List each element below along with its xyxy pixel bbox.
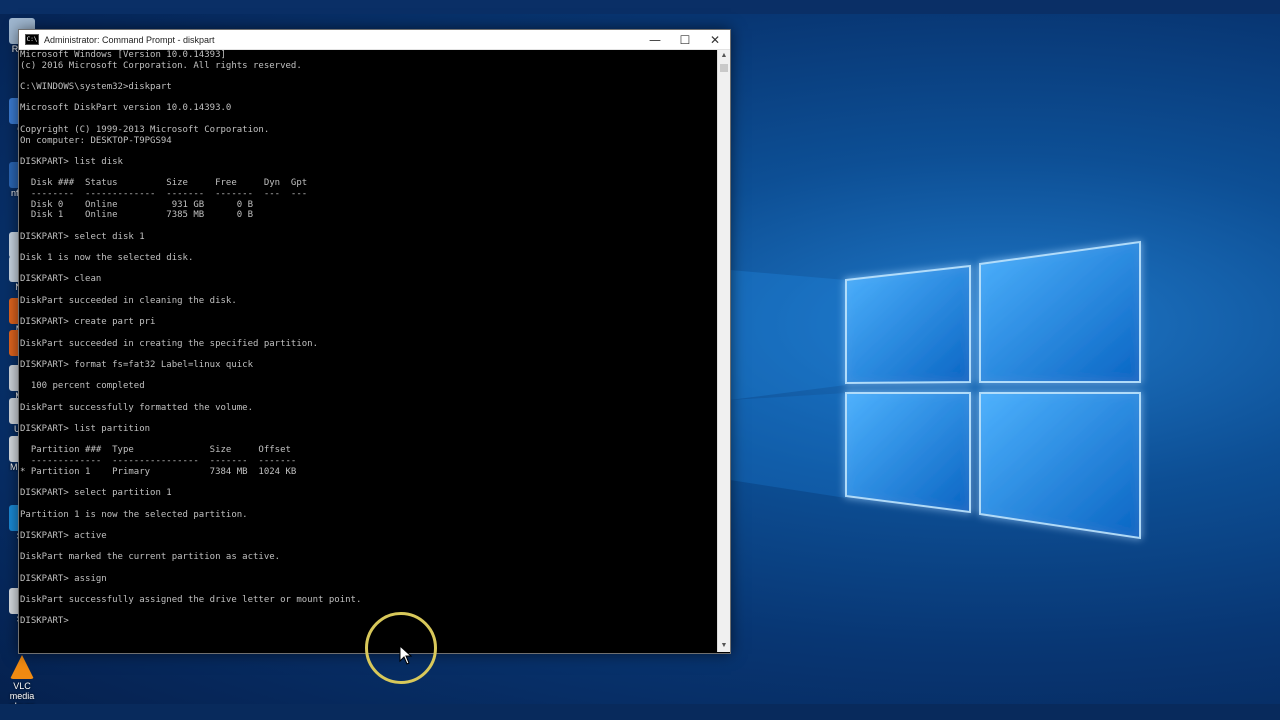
console-line: On computer: DESKTOP-T9PGS94 <box>20 135 172 146</box>
console-line: DISKPART> <box>20 616 75 627</box>
logo-pane-top-left <box>845 264 971 385</box>
console-line: (c) 2016 Microsoft Corporation. All righ… <box>20 60 302 71</box>
console-output[interactable]: Microsoft Windows [Version 10.0.14393] (c… <box>19 50 718 652</box>
console-line: Microsoft Windows [Version 10.0.14393] <box>20 50 226 60</box>
logo-pane-bottom-right <box>979 392 1141 540</box>
console-line: DiskPart succeeded in creating the speci… <box>20 338 319 349</box>
vlc-cone-icon <box>10 655 34 679</box>
console-line: DISKPART> format fs=fat32 Label=linux qu… <box>20 359 253 370</box>
cmd-app-icon: C:\ <box>25 34 39 45</box>
logo-beam-upper <box>730 270 846 400</box>
title-bar[interactable]: C:\ Administrator: Command Prompt - disk… <box>19 30 730 50</box>
maximize-button[interactable]: ☐ <box>670 30 700 49</box>
minimize-button[interactable]: — <box>640 30 670 49</box>
console-line: DISKPART> create part pri <box>20 317 156 328</box>
console-line: C:\WINDOWS\system32>diskpart <box>20 82 172 93</box>
console-line: DiskPart successfully formatted the volu… <box>20 402 253 413</box>
console-line: Disk 1 Online 7385 MB 0 B <box>20 210 253 221</box>
desktop-top-strip <box>0 0 1280 14</box>
vertical-scrollbar[interactable]: ▲ ▼ <box>717 50 730 652</box>
console-line: Partition 1 is now the selected partitio… <box>20 509 248 520</box>
console-line: DISKPART> select partition 1 <box>20 488 172 499</box>
logo-beam-lower <box>730 393 846 498</box>
scroll-thumb[interactable] <box>720 64 728 72</box>
desktop-icon[interactable]: VLC media player <box>0 655 44 711</box>
scroll-up-arrow-icon[interactable]: ▲ <box>718 50 730 62</box>
console-line: DISKPART> active <box>20 530 107 541</box>
console-line: Disk 0 Online 931 GB 0 B <box>20 199 253 210</box>
mouse-pointer-icon <box>399 645 413 665</box>
console-line: DISKPART> list partition <box>20 424 151 435</box>
console-line: 100 percent completed <box>20 381 145 392</box>
logo-pane-top-right <box>979 240 1141 383</box>
command-prompt-window[interactable]: C:\ Administrator: Command Prompt - disk… <box>18 29 731 654</box>
window-title: Administrator: Command Prompt - diskpart <box>44 34 215 45</box>
console-line: Partition ### Type Size Offset <box>20 445 291 456</box>
console-line: -------- ------------- ------- ------- -… <box>20 188 308 199</box>
console-line: ------------- ---------------- ------- -… <box>20 456 297 467</box>
close-button[interactable]: ✕ <box>700 30 730 49</box>
windows-logo <box>730 240 1141 540</box>
console-line: Disk 1 is now the selected disk. <box>20 253 194 264</box>
desktop-bottom-strip <box>0 704 1280 720</box>
console-line: DiskPart succeeded in cleaning the disk. <box>20 295 237 306</box>
console-line: DiskPart successfully assigned the drive… <box>20 595 362 606</box>
console-line: DiskPart marked the current partition as… <box>20 552 281 563</box>
console-line: Microsoft DiskPart version 10.0.14393.0 <box>20 103 232 114</box>
console-line: Copyright (C) 1999-2013 Microsoft Corpor… <box>20 124 270 135</box>
console-line: DISKPART> assign <box>20 573 107 584</box>
console-line: * Partition 1 Primary 7384 MB 1024 KB <box>20 466 297 477</box>
scroll-down-arrow-icon[interactable]: ▼ <box>718 640 730 652</box>
console-line: DISKPART> select disk 1 <box>20 231 145 242</box>
logo-pane-bottom-left <box>845 392 971 514</box>
console-line: Disk ### Status Size Free Dyn Gpt <box>20 178 308 189</box>
console-line: DISKPART> list disk <box>20 156 123 167</box>
console-line: DISKPART> clean <box>20 274 102 285</box>
